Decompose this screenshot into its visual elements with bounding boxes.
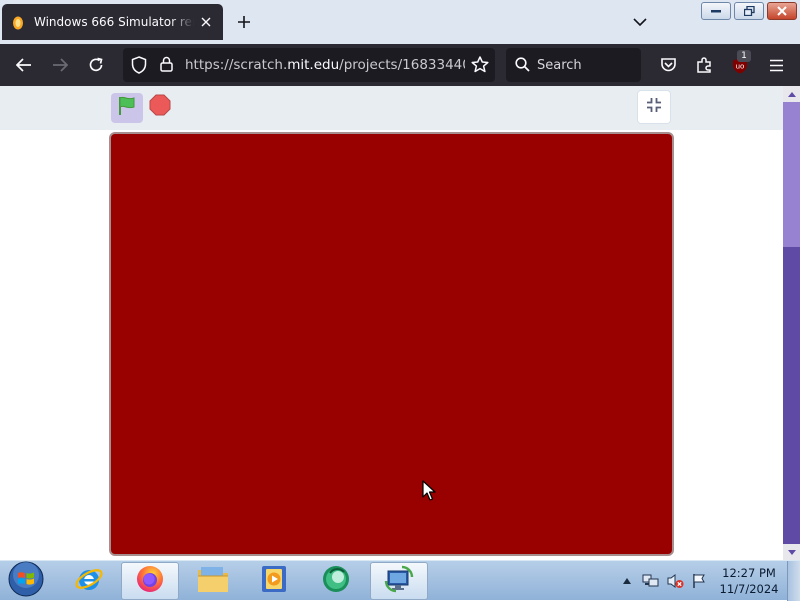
url-host: mit.edu bbox=[287, 57, 340, 73]
taskbar-internet-explorer[interactable] bbox=[60, 562, 118, 600]
browser-tab[interactable]: Windows 666 Simulator remix on Scratch bbox=[2, 4, 223, 40]
scroll-down-icon[interactable] bbox=[783, 544, 800, 560]
url-prefix: https://scratch. bbox=[185, 57, 288, 73]
stop-sign-icon bbox=[149, 94, 171, 120]
hamburger-menu-icon[interactable] bbox=[764, 53, 788, 77]
shield-icon[interactable] bbox=[131, 56, 147, 78]
taskbar-firefox[interactable] bbox=[121, 562, 179, 600]
back-icon[interactable] bbox=[12, 53, 36, 77]
taskbar-remote-desktop[interactable] bbox=[370, 562, 428, 600]
restore-window-button[interactable] bbox=[734, 2, 764, 20]
scroll-thumb[interactable] bbox=[783, 102, 800, 247]
show-hidden-icons-icon[interactable] bbox=[618, 572, 636, 590]
taskbar-media-center[interactable] bbox=[307, 562, 365, 600]
pocket-icon[interactable] bbox=[656, 53, 680, 77]
green-flag-button[interactable] bbox=[111, 93, 143, 123]
taskbar-file-explorer[interactable] bbox=[184, 562, 242, 600]
bookmark-star-icon[interactable] bbox=[471, 56, 489, 77]
firefox-icon bbox=[134, 563, 166, 599]
close-window-button[interactable] bbox=[767, 2, 797, 20]
windows-taskbar: 12:27 PM 11/7/2024 bbox=[0, 560, 800, 601]
clock-time: 12:27 PM bbox=[722, 566, 776, 580]
new-tab-icon[interactable] bbox=[234, 12, 254, 32]
forward-icon[interactable] bbox=[48, 53, 72, 77]
svg-text:uo: uo bbox=[736, 62, 745, 70]
media-center-icon bbox=[320, 563, 352, 599]
search-icon bbox=[515, 57, 530, 76]
scroll-up-icon[interactable] bbox=[783, 86, 800, 102]
remote-desktop-icon bbox=[383, 563, 415, 599]
stage-controls bbox=[0, 86, 783, 130]
lock-icon[interactable] bbox=[160, 56, 173, 76]
mouse-pointer-icon bbox=[422, 480, 436, 502]
internet-explorer-icon bbox=[73, 563, 105, 599]
system-tray bbox=[618, 561, 718, 601]
address-bar[interactable]: https://scratch.mit.edu/projects/1683344… bbox=[123, 48, 495, 82]
page-scrollbar[interactable] bbox=[783, 86, 800, 560]
exit-fullscreen-icon bbox=[645, 96, 663, 118]
taskbar-clock[interactable]: 12:27 PM 11/7/2024 bbox=[716, 565, 782, 597]
chevron-down-icon[interactable] bbox=[630, 13, 650, 31]
project-stage[interactable] bbox=[109, 132, 674, 556]
network-icon[interactable] bbox=[642, 572, 660, 590]
page-content bbox=[0, 86, 783, 560]
exit-fullscreen-button[interactable] bbox=[637, 90, 671, 124]
url-text[interactable]: https://scratch.mit.edu/projects/1683344… bbox=[185, 57, 465, 73]
close-tab-icon[interactable] bbox=[198, 14, 214, 30]
green-flag-icon bbox=[116, 95, 138, 121]
scratch-favicon-icon bbox=[11, 14, 25, 30]
search-input[interactable]: Search bbox=[506, 48, 641, 82]
minimize-window-button[interactable] bbox=[701, 2, 731, 20]
media-player-icon bbox=[259, 564, 289, 598]
reload-icon[interactable] bbox=[84, 53, 108, 77]
tab-strip: Windows 666 Simulator remix on Scratch bbox=[0, 0, 800, 44]
stop-button[interactable] bbox=[148, 94, 172, 120]
search-placeholder: Search bbox=[537, 58, 582, 73]
clock-date: 11/7/2024 bbox=[719, 582, 779, 596]
start-button[interactable] bbox=[6, 561, 46, 601]
speaker-muted-icon[interactable] bbox=[666, 572, 684, 590]
extension-badge: 1 bbox=[737, 50, 751, 62]
action-center-flag-icon[interactable] bbox=[690, 572, 708, 590]
windows-logo-icon bbox=[8, 561, 44, 601]
tab-title: Windows 666 Simulator remix on Scratch bbox=[34, 15, 194, 29]
show-desktop-button[interactable] bbox=[787, 561, 800, 601]
url-path: /projects/168334405/f bbox=[339, 57, 465, 73]
extensions-icon[interactable] bbox=[692, 53, 716, 77]
taskbar-media-player[interactable] bbox=[245, 562, 303, 600]
file-explorer-icon bbox=[196, 564, 230, 598]
